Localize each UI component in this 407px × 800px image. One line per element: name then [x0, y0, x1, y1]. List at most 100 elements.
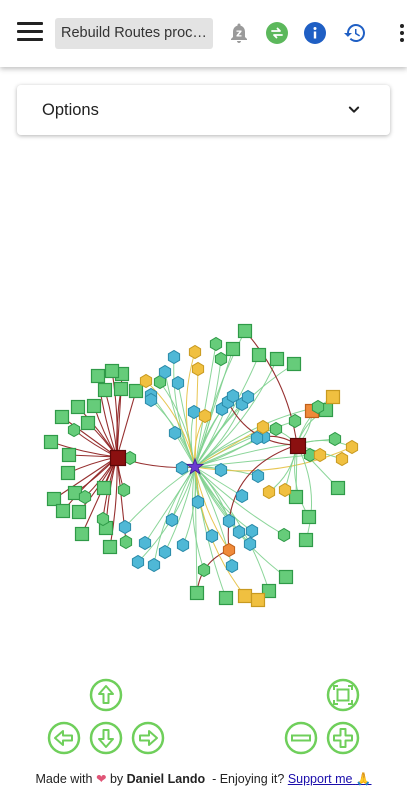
- graph-node-hex: [119, 534, 133, 550]
- graph-node-square: [251, 347, 267, 363]
- pray-icon: 🙏: [355, 772, 372, 786]
- app-bar: Rebuild Routes process: [0, 0, 407, 67]
- footer: Made with ❤ by Daniel Lando - Enjoying i…: [0, 771, 407, 787]
- arrow-left-icon[interactable]: [47, 721, 81, 755]
- graph-node-square: [269, 351, 285, 367]
- graph-node-hex: [139, 373, 153, 389]
- fit-screen-icon[interactable]: [326, 678, 360, 712]
- chevron-down-icon[interactable]: [344, 100, 364, 120]
- graph-node-square: [250, 592, 266, 608]
- graph-node-hex: [278, 482, 292, 498]
- graph-node-hex: [191, 494, 205, 510]
- graph-node-hex: [262, 484, 276, 500]
- sync-icon[interactable]: [265, 21, 289, 45]
- graph-node-hex: [198, 408, 212, 424]
- graph-node-hex: [168, 425, 182, 441]
- graph-node-hex: [277, 527, 291, 543]
- footer-made-with: Made with: [35, 772, 93, 786]
- more-vert-icon[interactable]: [398, 24, 407, 46]
- zoom-out-icon[interactable]: [284, 721, 318, 755]
- graph-node-hex: [313, 447, 327, 463]
- graph-node-hex: [131, 554, 145, 570]
- graph-node-hex: [226, 388, 240, 404]
- graph-node-hex: [158, 364, 172, 380]
- arrow-down-icon[interactable]: [89, 721, 123, 755]
- info-icon[interactable]: [303, 21, 327, 45]
- options-label: Options: [42, 101, 99, 119]
- arrow-up-icon[interactable]: [89, 678, 123, 712]
- graph-node-square: [96, 480, 112, 496]
- graph-node-square: [301, 509, 317, 525]
- graph-node-square: [61, 447, 77, 463]
- graph-node-hex: [345, 439, 359, 455]
- author-name: Daniel Lando: [126, 772, 206, 786]
- graph-hub-node: [109, 449, 127, 467]
- history-icon[interactable]: [343, 21, 367, 45]
- graph-node-square: [46, 491, 62, 507]
- graph-node-hex: [241, 389, 255, 405]
- graph-node-square: [225, 341, 241, 357]
- graph-node-square: [237, 323, 253, 339]
- graph-node-hex: [245, 523, 259, 539]
- graph-node-hex: [214, 351, 228, 367]
- graph-node-hex: [144, 392, 158, 408]
- graph-node-hex: [235, 488, 249, 504]
- graph-node-square: [55, 503, 71, 519]
- graph-node-square: [325, 389, 341, 405]
- graph-node-hex: [256, 419, 270, 435]
- graph-node-hex: [205, 528, 219, 544]
- graph-node-square: [43, 434, 59, 450]
- graph-node-square: [189, 585, 205, 601]
- graph-node-hex: [165, 512, 179, 528]
- graph-node-square: [60, 465, 76, 481]
- graph-node-hex: [158, 544, 172, 560]
- graph-node-hex: [311, 399, 325, 415]
- notification-snooze-icon[interactable]: [227, 21, 251, 45]
- footer-by: by: [109, 772, 124, 786]
- graph-nodes: [43, 323, 359, 608]
- heart-icon: ❤: [95, 772, 107, 786]
- graph-hub-node: [289, 437, 307, 455]
- options-panel[interactable]: Options: [17, 85, 390, 135]
- graph-node-square: [286, 356, 302, 372]
- graph-node-hex: [243, 536, 257, 552]
- graph-node-hex: [209, 336, 223, 352]
- graph-node-square: [330, 480, 346, 496]
- graph-node-square: [80, 415, 96, 431]
- network-graph[interactable]: [0, 300, 407, 620]
- graph-node-square: [237, 588, 253, 604]
- graph-node-hex: [214, 462, 228, 478]
- graph-node-hex: [96, 511, 110, 527]
- graph-node-square: [71, 504, 87, 520]
- graph-node-hex: [232, 524, 246, 540]
- menu-icon[interactable]: [17, 22, 43, 44]
- graph-node-hex: [188, 344, 202, 360]
- graph-node-hex: [191, 361, 205, 377]
- graph-node-square: [104, 363, 120, 379]
- graph-node-hex: [335, 451, 349, 467]
- graph-node-square: [113, 381, 129, 397]
- graph-node-hex: [222, 513, 236, 529]
- graph-node-hex: [222, 542, 236, 558]
- graph-node-square: [86, 398, 102, 414]
- graph-node-hex: [328, 431, 342, 447]
- search-input[interactable]: Rebuild Routes process: [55, 18, 213, 49]
- graph-node-square: [90, 368, 106, 384]
- graph-node-hex: [117, 482, 131, 498]
- graph-node-hex: [225, 558, 239, 574]
- zoom-in-icon[interactable]: [326, 721, 360, 755]
- graph-node-square: [54, 409, 70, 425]
- graph-node-square: [128, 383, 144, 399]
- graph-node-hex: [167, 349, 181, 365]
- graph-node-hex: [78, 489, 92, 505]
- graph-node-hex: [171, 375, 185, 391]
- graph-node-square: [70, 399, 86, 415]
- support-link[interactable]: Support me 🙏: [288, 772, 372, 786]
- graph-node-hex: [175, 460, 189, 476]
- footer-enjoying: - Enjoying it?: [212, 772, 285, 786]
- graph-node-square: [97, 382, 113, 398]
- graph-edge: [124, 466, 196, 528]
- arrow-right-icon[interactable]: [131, 721, 165, 755]
- graph-node-square: [278, 569, 294, 585]
- graph-node-square: [102, 539, 118, 555]
